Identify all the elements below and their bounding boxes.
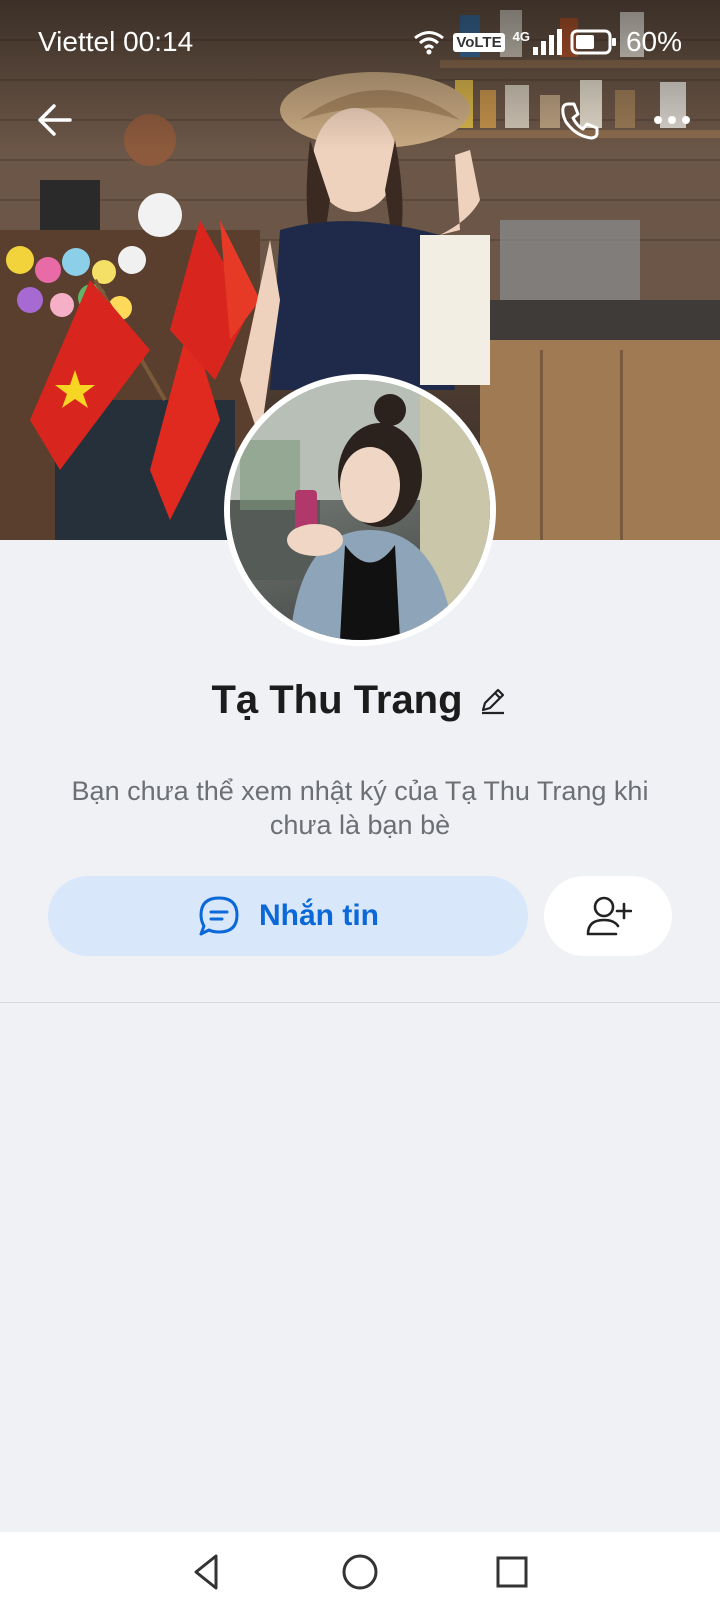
- volte-badge: VoLTE: [453, 32, 505, 52]
- add-friend-button[interactable]: [544, 876, 672, 956]
- chat-bubble-icon: [199, 896, 239, 936]
- nav-home-button[interactable]: [336, 1548, 384, 1596]
- more-options-button[interactable]: [644, 92, 700, 148]
- back-button[interactable]: [30, 92, 86, 148]
- status-bar: Viettel 00:14 VoLTE 4G 60%: [0, 0, 720, 84]
- circle-home-icon: [342, 1554, 378, 1590]
- avatar-photo: [230, 380, 490, 640]
- profile-header-actions: [0, 92, 720, 148]
- pencil-icon[interactable]: [477, 684, 509, 716]
- call-button[interactable]: [552, 92, 608, 148]
- battery-fill: [575, 35, 594, 49]
- signal-bars-icon: [532, 29, 562, 55]
- message-button[interactable]: Nhắn tin: [48, 876, 528, 956]
- network-type: 4G: [512, 29, 530, 44]
- profile-name: Tạ Thu Trang: [211, 677, 463, 722]
- battery-icon: [570, 29, 616, 55]
- triangle-back-icon: [194, 1554, 218, 1590]
- battery-percent: 60%: [625, 26, 682, 57]
- arrow-left-icon: [38, 104, 72, 136]
- system-nav-bar: [0, 1532, 720, 1610]
- nav-recents-button[interactable]: [488, 1548, 536, 1596]
- status-icons: VoLTE 4G 60%: [413, 26, 682, 58]
- privacy-notice: Bạn chưa thể xem nhật ký của Tạ Thu Tran…: [71, 776, 649, 840]
- message-button-label: Nhắn tin: [259, 899, 379, 932]
- profile-name-row: Tạ Thu Trang: [0, 670, 720, 730]
- carrier-time: Viettel 00:14: [38, 26, 194, 57]
- phone-icon: [561, 102, 599, 140]
- avatar[interactable]: [224, 374, 496, 646]
- wifi-icon: [414, 31, 445, 55]
- more-horizontal-icon: [654, 116, 690, 124]
- square-recents-icon: [496, 1556, 528, 1588]
- section-divider: [0, 1002, 720, 1003]
- nav-back-button[interactable]: [184, 1548, 232, 1596]
- avatar-illustration: [230, 380, 490, 640]
- signal-icon: 4G: [513, 29, 562, 55]
- user-plus-icon: [586, 896, 632, 936]
